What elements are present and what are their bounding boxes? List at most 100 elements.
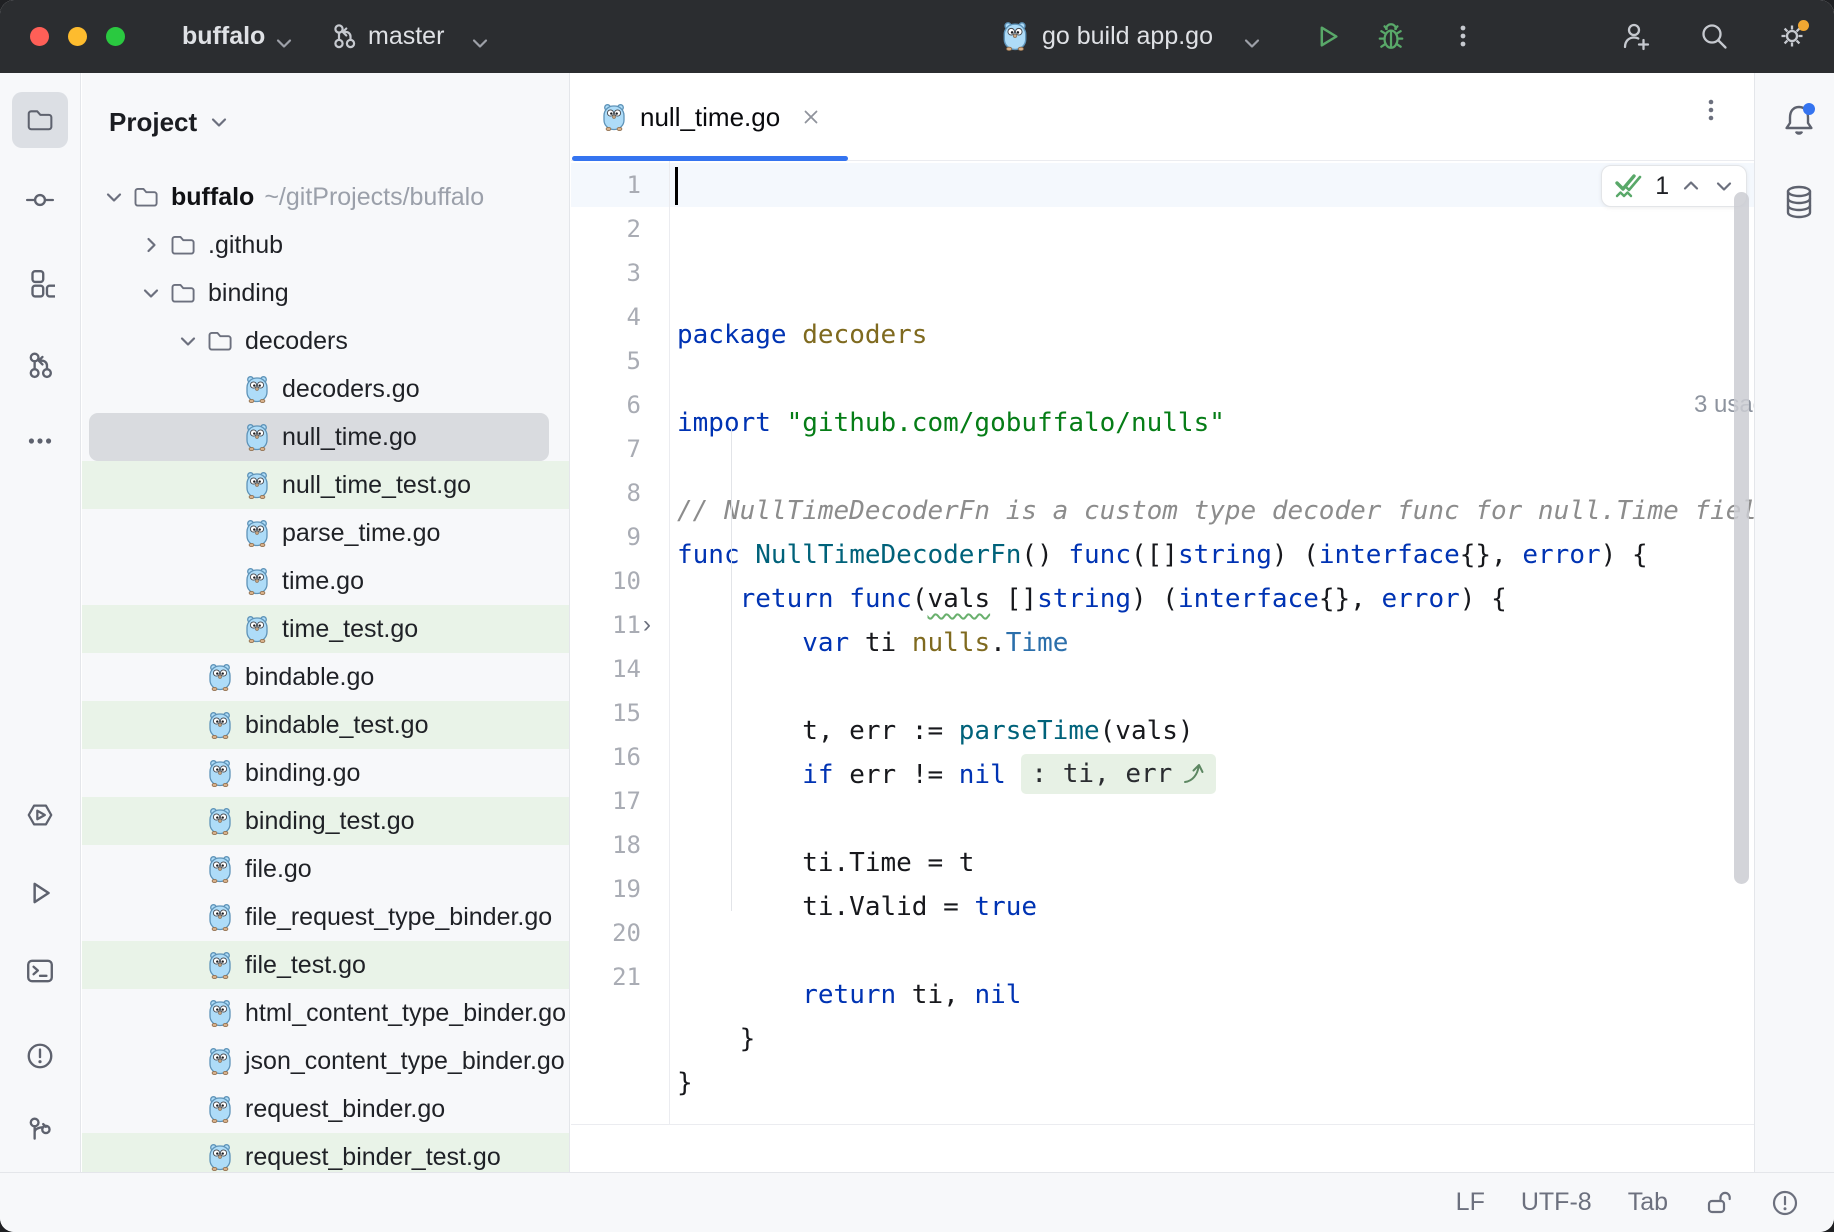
line-number[interactable]: 15 xyxy=(571,691,641,735)
code-line-11[interactable]: if err != nil : ti, err xyxy=(677,753,1754,797)
tree-row-json-content-type-binder-go[interactable]: json_content_type_binder.go xyxy=(82,1037,570,1085)
tree-row-bindable-test-go[interactable]: bindable_test.go xyxy=(82,701,570,749)
code-editor[interactable]: 12345678910111415161718192021 › 3 usages… xyxy=(571,161,1754,1125)
tree-row-null-time-go[interactable]: null_time.go xyxy=(82,413,570,461)
indent-widget[interactable]: Tab xyxy=(1628,1188,1668,1217)
branch-widget[interactable]: master xyxy=(368,0,444,73)
line-number[interactable]: 11 xyxy=(571,603,641,647)
version-control-icon[interactable] xyxy=(12,1102,68,1158)
line-number[interactable]: 19 xyxy=(571,867,641,911)
tree-chevron[interactable] xyxy=(134,233,168,257)
editor-gutter[interactable]: 12345678910111415161718192021 xyxy=(571,163,641,999)
line-number[interactable]: 7 xyxy=(571,427,641,471)
code-line-16[interactable]: ti.Valid = true xyxy=(677,885,1754,929)
tree-row--github[interactable]: .github xyxy=(82,221,570,269)
tree-row-time-go[interactable]: time.go xyxy=(82,557,570,605)
tree-row-binding[interactable]: binding xyxy=(82,269,570,317)
code-line-18[interactable]: return ti, nil xyxy=(677,973,1754,1017)
code-line-20[interactable]: } xyxy=(677,1061,1754,1105)
line-number[interactable]: 20 xyxy=(571,911,641,955)
close-button[interactable] xyxy=(30,27,49,46)
tree-row-request-binder-test-go[interactable]: request_binder_test.go xyxy=(82,1133,570,1172)
run-button[interactable] xyxy=(1313,22,1342,51)
code-line-8[interactable]: var ti nulls.Time xyxy=(677,621,1754,665)
code-line-19[interactable]: } xyxy=(677,1017,1754,1061)
services-icon[interactable] xyxy=(12,787,68,843)
notifications-bell-icon[interactable] xyxy=(1781,101,1817,139)
project-panel-header[interactable]: Project xyxy=(109,99,231,145)
code-line-9[interactable] xyxy=(677,665,1754,709)
tab-null-time-go[interactable]: null_time.go xyxy=(572,73,848,161)
line-number[interactable]: 16 xyxy=(571,735,641,779)
code-content[interactable]: 3 usages package decodersimport "github.… xyxy=(677,163,1754,1125)
tree-chevron[interactable] xyxy=(171,329,205,353)
prev-problem-icon[interactable] xyxy=(1679,174,1703,198)
line-number[interactable]: 18 xyxy=(571,823,641,867)
maximize-button[interactable] xyxy=(106,27,125,46)
project-folder-icon[interactable] xyxy=(12,92,68,148)
code-line-4[interactable] xyxy=(677,445,1754,489)
tree-row-html-content-type-binder-go[interactable]: html_content_type_binder.go xyxy=(82,989,570,1037)
line-number[interactable]: 8 xyxy=(571,471,641,515)
code-line-2[interactable] xyxy=(677,357,1754,401)
tree-chevron[interactable] xyxy=(97,185,131,209)
inspections-widget[interactable]: 1 xyxy=(1601,165,1747,207)
line-number[interactable]: 17 xyxy=(571,779,641,823)
line-number[interactable]: 2 xyxy=(571,207,641,251)
run-icon[interactable] xyxy=(12,865,68,921)
structure-icon[interactable] xyxy=(12,255,68,311)
tree-row-binding-go[interactable]: binding.go xyxy=(82,749,570,797)
line-number[interactable]: 10 xyxy=(571,559,641,603)
unlocked-icon[interactable] xyxy=(1704,1188,1734,1218)
code-line-5[interactable]: // NullTimeDecoderFn is a custom type de… xyxy=(677,489,1754,533)
debug-button[interactable] xyxy=(1376,21,1406,51)
line-number[interactable]: 3 xyxy=(571,251,641,295)
line-number[interactable]: 5 xyxy=(571,339,641,383)
folded-code-region[interactable]: : ti, err xyxy=(1021,754,1216,794)
tree-row-decoders[interactable]: decoders xyxy=(82,317,570,365)
tree-row-binding-test-go[interactable]: binding_test.go xyxy=(82,797,570,845)
code-line-3[interactable]: import "github.com/gobuffalo/nulls" xyxy=(677,401,1754,445)
tab-close-icon[interactable] xyxy=(800,106,822,128)
encoding-widget[interactable]: UTF-8 xyxy=(1521,1188,1592,1217)
commit-icon[interactable] xyxy=(12,172,68,228)
tree-row-file-test-go[interactable]: file_test.go xyxy=(82,941,570,989)
code-line-1[interactable]: package decoders xyxy=(677,313,1754,357)
line-number[interactable]: 4 xyxy=(571,295,641,339)
project-widget[interactable]: buffalo xyxy=(182,0,265,73)
tree-row-bindable-go[interactable]: bindable.go xyxy=(82,653,570,701)
add-user-icon[interactable] xyxy=(1620,20,1652,52)
fold-expand-icon[interactable]: › xyxy=(643,603,651,647)
line-number[interactable]: 21 xyxy=(571,955,641,999)
tree-row-null-time-test-go[interactable]: null_time_test.go xyxy=(82,461,570,509)
more-kebab-icon[interactable] xyxy=(1450,23,1476,49)
minimize-button[interactable] xyxy=(68,27,87,46)
code-line-14[interactable] xyxy=(677,797,1754,841)
database-icon[interactable] xyxy=(1781,183,1817,221)
code-line-17[interactable] xyxy=(677,929,1754,973)
tree-chevron[interactable] xyxy=(134,281,168,305)
inspections-status-icon[interactable] xyxy=(1770,1188,1800,1218)
tree-row-file-go[interactable]: file.go xyxy=(82,845,570,893)
line-number[interactable]: 9 xyxy=(571,515,641,559)
settings-gear-icon[interactable] xyxy=(1776,19,1810,53)
tree-row-time-test-go[interactable]: time_test.go xyxy=(82,605,570,653)
tree-row-decoders-go[interactable]: decoders.go xyxy=(82,365,570,413)
tree-row-request-binder-go[interactable]: request_binder.go xyxy=(82,1085,570,1133)
code-line-7[interactable]: return func(vals []string) (interface{},… xyxy=(677,577,1754,621)
problems-icon[interactable] xyxy=(12,1028,68,1084)
run-configuration[interactable]: go build app.go xyxy=(1042,0,1213,73)
code-line-6[interactable]: func NullTimeDecoderFn() func([]string) … xyxy=(677,533,1754,577)
tree-row-buffalo[interactable]: buffalo ~/gitProjects/buffalo xyxy=(82,173,570,221)
line-number[interactable]: 6 xyxy=(571,383,641,427)
line-separator-widget[interactable]: LF xyxy=(1456,1188,1485,1217)
search-icon[interactable] xyxy=(1698,20,1730,52)
line-number[interactable]: 1 xyxy=(571,163,641,207)
tree-row-file-request-type-binder-go[interactable]: file_request_type_binder.go xyxy=(82,893,570,941)
next-problem-icon[interactable] xyxy=(1712,174,1736,198)
code-line-21[interactable] xyxy=(677,1105,1754,1125)
editor-scrollbar[interactable] xyxy=(1734,192,1749,884)
code-line-10[interactable]: t, err := parseTime(vals) xyxy=(677,709,1754,753)
more-icon[interactable] xyxy=(12,413,68,469)
tree-row-parse-time-go[interactable]: parse_time.go xyxy=(82,509,570,557)
